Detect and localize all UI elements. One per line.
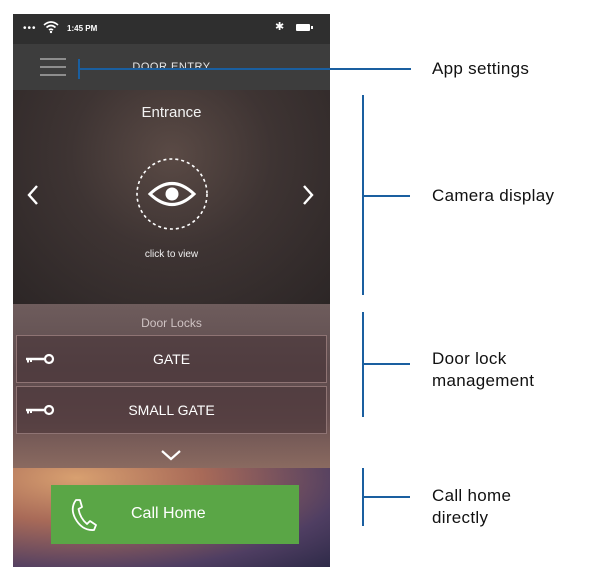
annotation-call-home-1: Call home — [432, 486, 512, 505]
lock-label: SMALL GATE — [128, 402, 215, 418]
signal-icon: ••• — [23, 23, 37, 34]
view-caption: click to view — [144, 249, 199, 260]
callout-line-call — [362, 496, 410, 498]
callout-line-settings-tick — [78, 59, 80, 79]
wifi-icon — [43, 21, 59, 34]
call-home-panel: Call Home — [13, 468, 330, 567]
door-locks-panel: Door Locks GATE SMALL GATE — [13, 304, 330, 468]
app-header: DOOR ENTRY — [13, 44, 330, 90]
chevron-right-icon[interactable] — [298, 180, 318, 210]
annotation-app-settings: App settings — [432, 59, 530, 78]
call-home-button[interactable]: Call Home — [51, 485, 299, 544]
callout-line-camera — [362, 195, 410, 197]
locks-title: Door Locks — [141, 316, 202, 330]
phone-screen: ••• 1:45 PM ✱ DOOR ENTRY Entrance click … — [13, 14, 330, 567]
page-title: DOOR ENTRY — [132, 61, 211, 73]
chevron-left-icon[interactable] — [23, 180, 43, 210]
call-home-label: Call Home — [131, 505, 206, 522]
annotation-door-lock-1: Door lock — [432, 349, 507, 368]
lock-label: GATE — [152, 351, 191, 367]
lock-item-gate[interactable]: GATE — [16, 335, 327, 383]
lock-item-small-gate[interactable]: SMALL GATE — [16, 386, 327, 434]
eye-icon[interactable] — [134, 156, 210, 232]
annotation-camera-display: Camera display — [432, 186, 555, 205]
status-time: 1:45 PM — [67, 24, 98, 33]
annotation-door-lock-2: management — [432, 371, 535, 390]
phone-icon — [71, 499, 97, 531]
chevron-down-icon[interactable] — [159, 448, 183, 462]
camera-title: Entrance — [141, 104, 202, 121]
status-bar: ••• 1:45 PM ✱ — [13, 14, 330, 44]
callout-line-settings — [78, 68, 411, 70]
battery-icon — [296, 24, 313, 31]
annotation-call-home-2: directly — [432, 508, 489, 527]
camera-display[interactable]: Entrance click to view — [13, 90, 330, 304]
callout-line-locks — [362, 363, 410, 365]
bluetooth-icon: ✱ — [275, 21, 285, 33]
